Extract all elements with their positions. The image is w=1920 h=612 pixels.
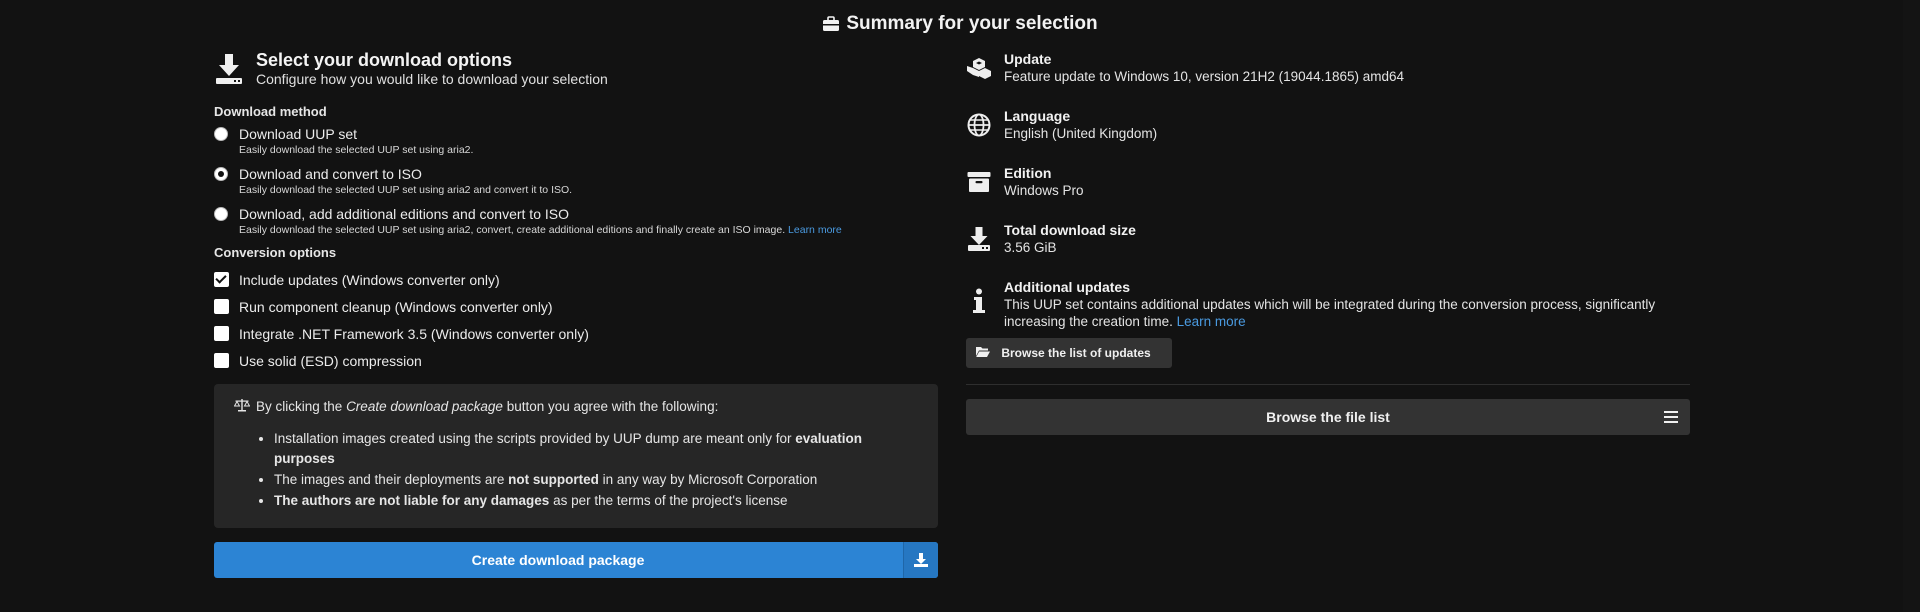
download-method-label: Download method (214, 104, 327, 119)
method-option-uup[interactable]: Download UUP set Easily download the sel… (214, 125, 938, 157)
download-options-panel: Select your download options Configure h… (214, 50, 938, 578)
summary-value: 3.56 GiB (1004, 240, 1057, 255)
scrollbar[interactable] (1903, 0, 1920, 612)
summary-value: Feature update to Windows 10, version 21… (1004, 69, 1404, 84)
summary-download-size: Total download size 3.56 GiB (966, 221, 1690, 256)
agreement-button-ref: Create download package (346, 399, 503, 414)
item-text: as per the terms of the project's licens… (549, 493, 788, 508)
summary-edition: Edition Windows Pro (966, 164, 1690, 199)
create-download-package-button[interactable]: Create download package (214, 542, 938, 578)
browse-file-list-button[interactable]: Browse the file list (966, 399, 1690, 435)
balance-scale-icon (233, 398, 251, 415)
checkbox[interactable] (214, 326, 229, 341)
summary-additional-updates: Additional updates This UUP set contains… (966, 278, 1690, 330)
summary-title: Update (1004, 51, 1052, 67)
globe-icon (966, 112, 992, 138)
summary-value: Windows Pro (1004, 183, 1084, 198)
cubes-icon (966, 55, 992, 81)
item-text: The images and their deployments are (274, 472, 509, 487)
briefcase-icon (822, 16, 840, 38)
option-description-text: Easily download the selected UUP set usi… (239, 224, 786, 236)
summary-title: Edition (1004, 165, 1052, 181)
radio-button[interactable] (214, 167, 228, 181)
checkbox-label: Run component cleanup (Windows converter… (239, 298, 553, 315)
radio-button[interactable] (214, 207, 228, 221)
browse-updates-label: Browse the list of updates (1001, 346, 1151, 360)
option-description: Easily download the selected UUP set usi… (239, 144, 474, 156)
folder-open-icon (976, 346, 990, 360)
summary-language: Language English (United Kingdom) (966, 107, 1690, 142)
create-button-label: Create download package (471, 552, 645, 568)
browse-updates-button[interactable]: Browse the list of updates (966, 338, 1172, 368)
agreement-box: By clicking the Create download package … (214, 384, 938, 528)
options-title: Select your download options (256, 50, 513, 70)
method-option-convert-iso[interactable]: Download and convert to ISO Easily downl… (214, 165, 938, 197)
learn-more-link[interactable]: Learn more (1177, 314, 1246, 329)
option-label: Download, add additional editions and co… (239, 206, 569, 222)
learn-more-link[interactable]: Learn more (788, 224, 842, 236)
list-item: The authors are not liable for any damag… (274, 491, 918, 511)
agreement-list: Installation images created using the sc… (234, 429, 918, 511)
summary-value-text: This UUP set contains additional updates… (1004, 297, 1656, 329)
conversion-options-label: Conversion options (214, 245, 337, 260)
checkbox-label: Integrate .NET Framework 3.5 (Windows co… (239, 325, 589, 342)
download-icon (903, 542, 938, 578)
summary-title: Language (1004, 108, 1071, 124)
page-title-text: Summary for your selection (846, 13, 1098, 34)
checkbox[interactable] (214, 353, 229, 368)
options-subtitle: Configure how you would like to download… (256, 71, 608, 87)
page-title: Summary for your selection (0, 13, 1920, 38)
checkbox-solid-esd[interactable]: Use solid (ESD) compression (214, 347, 938, 374)
checkbox-label: Use solid (ESD) compression (239, 352, 422, 369)
item-text: in any way by Microsoft Corporation (598, 472, 818, 487)
item-text: Installation images created using the sc… (274, 431, 796, 446)
agreement-heading: By clicking the Create download package … (233, 398, 918, 415)
agreement-suffix: button you agree with the following: (506, 399, 719, 414)
item-bold: The authors are not liable for any damag… (274, 493, 550, 508)
browse-files-label: Browse the file list (1266, 409, 1390, 425)
summary-value: This UUP set contains additional updates… (1004, 296, 1684, 330)
summary-update: Update Feature update to Windows 10, ver… (966, 50, 1690, 85)
divider (966, 384, 1690, 385)
list-item: The images and their deployments are not… (274, 470, 918, 490)
option-description: Easily download the selected UUP set usi… (239, 223, 842, 237)
option-description: Easily download the selected UUP set usi… (239, 184, 573, 196)
method-option-editions-iso[interactable]: Download, add additional editions and co… (214, 205, 938, 237)
download-icon (214, 52, 244, 86)
checkbox-netfx[interactable]: Integrate .NET Framework 3.5 (Windows co… (214, 320, 938, 347)
item-bold: not supported (508, 472, 599, 487)
archive-icon (966, 169, 992, 195)
radio-button[interactable] (214, 127, 228, 141)
option-label: Download UUP set (239, 126, 358, 142)
summary-title: Total download size (1004, 222, 1136, 238)
agreement-prefix: By clicking the (256, 399, 343, 414)
options-header: Select your download options Configure h… (214, 50, 938, 90)
checkbox-component-cleanup[interactable]: Run component cleanup (Windows converter… (214, 293, 938, 320)
checkbox[interactable] (214, 272, 229, 287)
checkbox-include-updates[interactable]: Include updates (Windows converter only) (214, 266, 938, 293)
info-icon (966, 288, 992, 314)
summary-value: English (United Kingdom) (1004, 126, 1158, 141)
option-label: Download and convert to ISO (239, 166, 422, 182)
list-item: Installation images created using the sc… (274, 429, 918, 469)
checkbox[interactable] (214, 299, 229, 314)
list-icon (1664, 410, 1678, 426)
summary-title: Additional updates (1004, 279, 1130, 295)
checkbox-label: Include updates (Windows converter only) (239, 271, 500, 288)
summary-panel: Update Feature update to Windows 10, ver… (966, 50, 1690, 435)
download-icon (966, 226, 992, 252)
